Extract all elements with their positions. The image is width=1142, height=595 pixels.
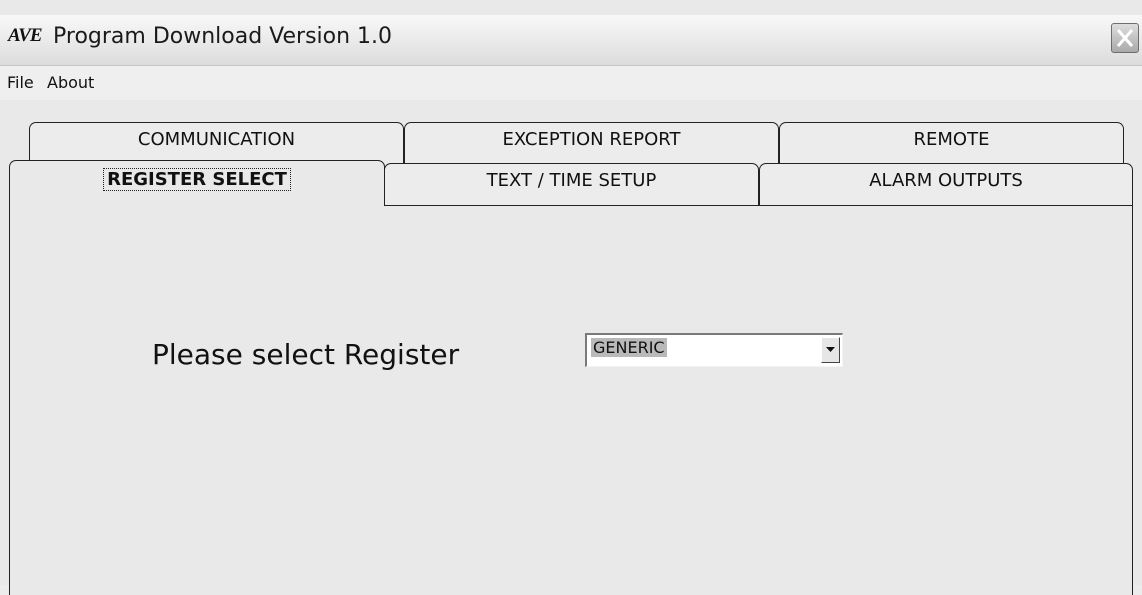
- tab-alarm-outputs[interactable]: ALARM OUTPUTS: [759, 163, 1133, 207]
- tab-remote[interactable]: REMOTE: [779, 122, 1124, 164]
- menu-bar: File About: [0, 66, 1142, 100]
- register-select-dropdown[interactable]: GENERIC: [585, 333, 843, 367]
- tab-exception-report[interactable]: EXCEPTION REPORT: [404, 122, 779, 164]
- menu-about[interactable]: About: [47, 73, 94, 92]
- register-selected-value: GENERIC: [591, 338, 667, 357]
- register-select-panel: Please select Register GENERIC: [9, 205, 1133, 595]
- app-logo: AVE: [8, 25, 43, 46]
- close-button[interactable]: [1111, 23, 1139, 53]
- tab-register-select[interactable]: REGISTER SELECT: [9, 160, 385, 206]
- tab-communication[interactable]: COMMUNICATION: [29, 122, 404, 164]
- chevron-down-icon: [826, 347, 835, 352]
- register-prompt-label: Please select Register: [152, 338, 460, 371]
- tab-text-time-setup[interactable]: TEXT / TIME SETUP: [384, 163, 759, 207]
- close-icon: [1116, 29, 1134, 47]
- window-title: Program Download Version 1.0: [53, 24, 393, 49]
- dropdown-button[interactable]: [821, 337, 840, 363]
- app-window: AVE Program Download Version 1.0 File Ab…: [0, 0, 1142, 595]
- menu-file[interactable]: File: [7, 73, 34, 92]
- title-bar: AVE Program Download Version 1.0: [0, 15, 1142, 66]
